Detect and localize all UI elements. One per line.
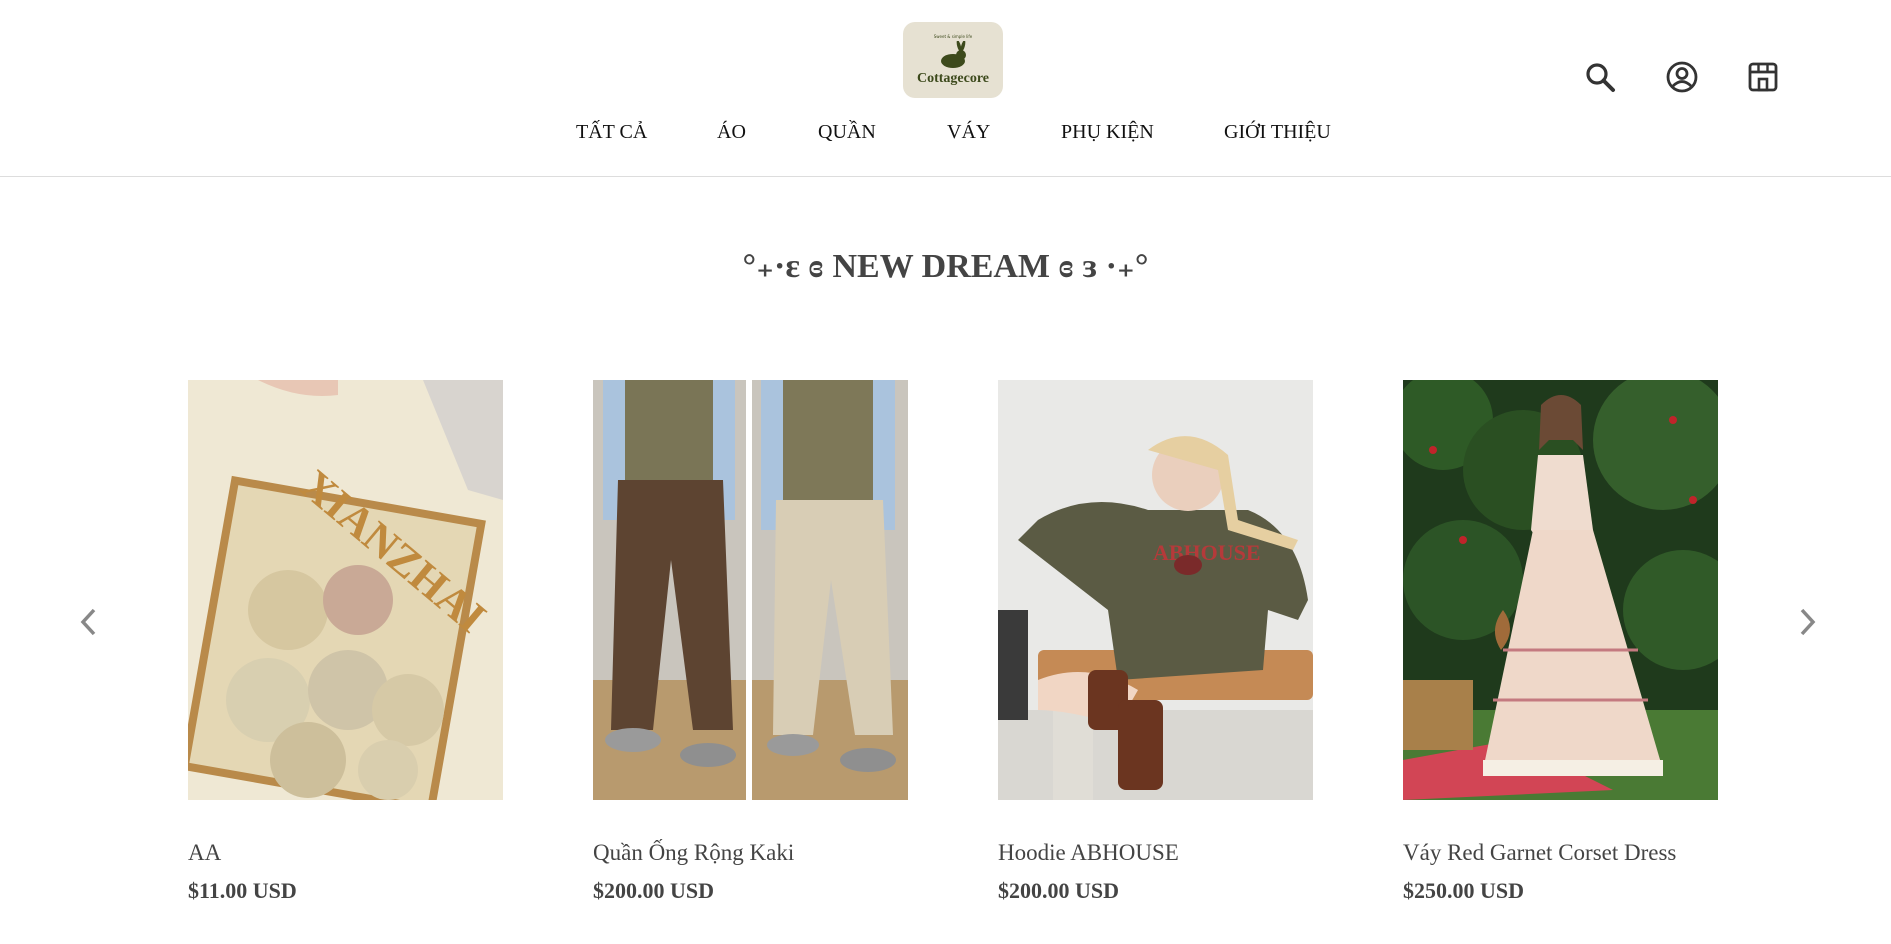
product-price: $200.00 USD <box>593 878 715 903</box>
section-title: °₊·ɛ ɞ NEW DREAM ɞ ɜ ·₊° <box>742 248 1149 285</box>
product-price: $11.00 USD <box>188 878 297 903</box>
nav-item-pants[interactable]: QUẦN <box>818 121 876 144</box>
product-image-tshirt[interactable]: XIANZHAI <box>188 380 503 800</box>
product-title[interactable]: Quần Ống Rộng Kaki <box>593 840 913 866</box>
product-price: $250.00 USD <box>1403 878 1525 903</box>
carousel-prev-button[interactable] <box>73 602 103 642</box>
product-card[interactable]: XIANZHAI AA $11.00 USD <box>188 380 508 904</box>
logo-name: Cottagecore <box>916 70 990 86</box>
product-title[interactable]: Hoodie ABHOUSE <box>998 840 1318 866</box>
rabbit-logo-icon <box>941 40 966 68</box>
product-price: $200.00 USD <box>998 878 1120 903</box>
nav-item-accessories[interactable]: PHỤ KIỆN <box>1061 121 1154 144</box>
nav-item-about[interactable]: GIỚI THIỆU <box>1224 121 1331 144</box>
product-title[interactable]: Váy Red Garnet Corset Dress <box>1403 840 1723 866</box>
product-card[interactable]: Quần Ống Rộng Kaki $200.00 USD <box>593 380 913 904</box>
product-image-hoodie[interactable]: ABHOUSE <box>998 380 1313 800</box>
chevron-left-icon <box>80 608 96 636</box>
main-nav: TẤT CẢ ÁO QUẦN VÁY PHỤ KIỆN GIỚI THIỆU <box>0 121 1891 151</box>
site-header: Sweet & simple life Cottagecore TẤT CẢ Á… <box>0 0 1891 177</box>
product-image-dress[interactable] <box>1403 380 1718 800</box>
nav-item-tops[interactable]: ÁO <box>717 121 746 144</box>
carousel-next-button[interactable] <box>1793 602 1823 642</box>
store-logo[interactable]: Sweet & simple life Cottagecore <box>903 22 1003 98</box>
product-title[interactable]: AA <box>188 840 508 866</box>
nav-item-skirts[interactable]: VÁY <box>947 121 990 144</box>
nav-item-all[interactable]: TẤT CẢ <box>576 121 647 144</box>
product-image-pants[interactable] <box>593 380 908 800</box>
chevron-right-icon <box>1800 608 1816 636</box>
svg-text:ABHOUSE: ABHOUSE <box>1153 540 1261 565</box>
logo-tagline: Sweet & simple life <box>933 33 973 39</box>
search-icon[interactable] <box>1582 59 1618 95</box>
product-card[interactable]: ABHOUSE Hoodie ABHOUSE $200.00 USD <box>998 380 1318 904</box>
account-icon[interactable] <box>1664 59 1700 95</box>
store-icon[interactable] <box>1745 59 1781 95</box>
product-card[interactable]: Váy Red Garnet Corset Dress $250.00 USD <box>1403 380 1723 904</box>
